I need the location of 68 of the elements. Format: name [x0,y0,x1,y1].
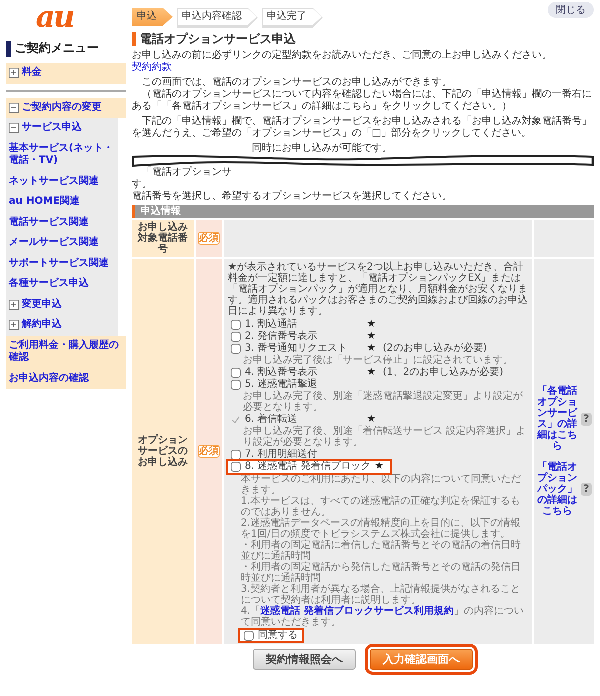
star-mark: ★ [367,343,377,355]
expand-icon[interactable] [9,300,19,310]
close-button[interactable]: 閉じる [548,2,594,18]
agree-label: 同意する [258,630,298,642]
check-icon [231,415,241,426]
checkbox[interactable] [231,344,241,354]
condition-note: (1、2のお申し込みが必要) [383,367,504,380]
terms-text: 3.契約者と利用者が異なる場合、上記情報提供がなされることについて契約者は利用者に説明します。 [241,584,522,606]
checkbox[interactable] [231,380,241,390]
logo: au [36,2,74,34]
body-text: （電話のオプションサービスについて内容を確認したい場合には、下記の「申込情報」欄の一番右にある「「各電話オプションサービス」の詳細はこちら」をクリックしてください。） [132,89,593,114]
terms-link[interactable]: 契約約款 [132,62,172,74]
option-label: 2. 発信番号表示 [245,331,319,342]
nav-button[interactable]: 契約情報照会へ [253,649,356,670]
option-label: 3. 番号通知リクエスト [245,343,349,354]
field-label: お申し込み対象電話番号 [132,220,194,258]
accent-bar [6,40,11,56]
star-mark: ★ [367,414,377,426]
terms-text: 1.本サービスは、すべての迷惑電話の正確な判定を保証するものではありません。 [241,496,522,518]
section-header: 申込情報 [132,205,594,218]
detail-link[interactable]: 「電話オプションパック」の詳細はこちら [536,462,579,518]
option-note: お申し込み完了後、別途「迷惑電話撃退設定変更」より設定が必要となります。 [243,391,524,414]
star-mark: ★ [367,319,377,332]
intro-text: お申し込みの前に必ずリンクの定型約款をお読みいただき、ご同意の上お申し込みください。 [132,50,552,62]
option-label: 4. 割込番号表示 [245,367,319,378]
instruction-text: 電話番号を選択し、希望するオプションサービスを選択してください。 [132,191,452,202]
field-label: オプションサービスのお申し込み [132,259,194,644]
body-text: 同時にお申し込みが可能です。 [252,143,392,154]
body-text: す。 [132,179,152,190]
required-badge: 必須 [198,232,220,246]
option-note: お申し込み完了後は「サービス停止」に設定されています。 [243,355,514,366]
help-icon[interactable]: ? [581,412,592,426]
terms-text: 4.「迷惑電話 発着信ブロックサービス利用規約」の内容について同意いただきます。 [241,606,526,628]
expand-icon[interactable] [9,320,19,330]
star-mark: ★ [367,331,377,344]
menu-link[interactable]: 料金 [22,67,42,80]
terms-text: ・利用者の固定電話から発信した電話番号とその電話の発信日時並びに通話時間 [241,562,522,584]
option-label: 5. 迷惑電話撃退 [245,379,319,390]
option-label: 8. 迷惑電話 発着信ブロック [245,461,371,474]
detail-link[interactable]: 「各電話オプションサービス」の詳細はこちら [536,386,579,452]
description-text: ★が表示されているサービスを2つ以上お申し込みいただき、合計料金が一定額に達しますと、「電話オプションパックEX」または「電話オプションパック」が適用となり、月額料金がお安くなります。適用されるパックはお客さまのご契約回線および回線のお申込日により異なります。 [228,262,528,318]
collapse-icon[interactable] [9,102,19,112]
checkbox[interactable] [231,368,241,378]
body-text: 「電話オプションサ [142,167,232,178]
option-label: 1. 割込通話 [245,319,299,330]
required-badge: 必須 [198,445,220,458]
accent-bar [132,32,136,46]
body-text: この画面では、電話のオプションサービスのお申し込みができます。 [141,77,453,88]
page-title: 電話オプションサービス申込 [140,32,296,46]
checkbox[interactable] [231,450,241,460]
option-note: お申し込み完了後、別途「着信転送サービス 設定内容選択」より設定が必要となります。 [243,426,528,448]
option-label: 6. 着信転送 [245,414,299,426]
expand-icon[interactable] [9,68,19,78]
menu-title: ご契約メニュー [15,40,99,57]
checkbox[interactable] [231,320,241,330]
checkbox[interactable] [231,332,241,342]
checkbox[interactable] [231,462,241,472]
terms-text: ・利用者の固定電話に着信した電話番号とその電話の着信日時並びに通話時間 [241,540,522,562]
terms-text: 2.迷惑電話データベースの情報精度向上を目的に、以下の情報を1回/日の頻度でトビラシステムズ株式会社に提供します。 [241,518,522,540]
help-icon[interactable]: ? [581,483,592,496]
body-text: 下記の「申込情報」欄で、電話オプションサービスをお申し込みされる「お申し込み対象電話番号」を選んだうえ、ご希望の「オプションサービス」の「□」部分をクリックしてください。 [132,116,593,140]
condition-note: (2のお申し込みが必要) [383,343,488,354]
star-mark: ★ [367,367,377,380]
terms-link[interactable]: 迷惑電話 発着信ブロックサービス利用規約 [260,606,454,618]
option-label: 7. 利用明細送付 [245,449,319,461]
checkbox[interactable] [244,630,254,641]
collapse-icon[interactable] [9,123,19,133]
star-mark: ★ [374,461,385,474]
